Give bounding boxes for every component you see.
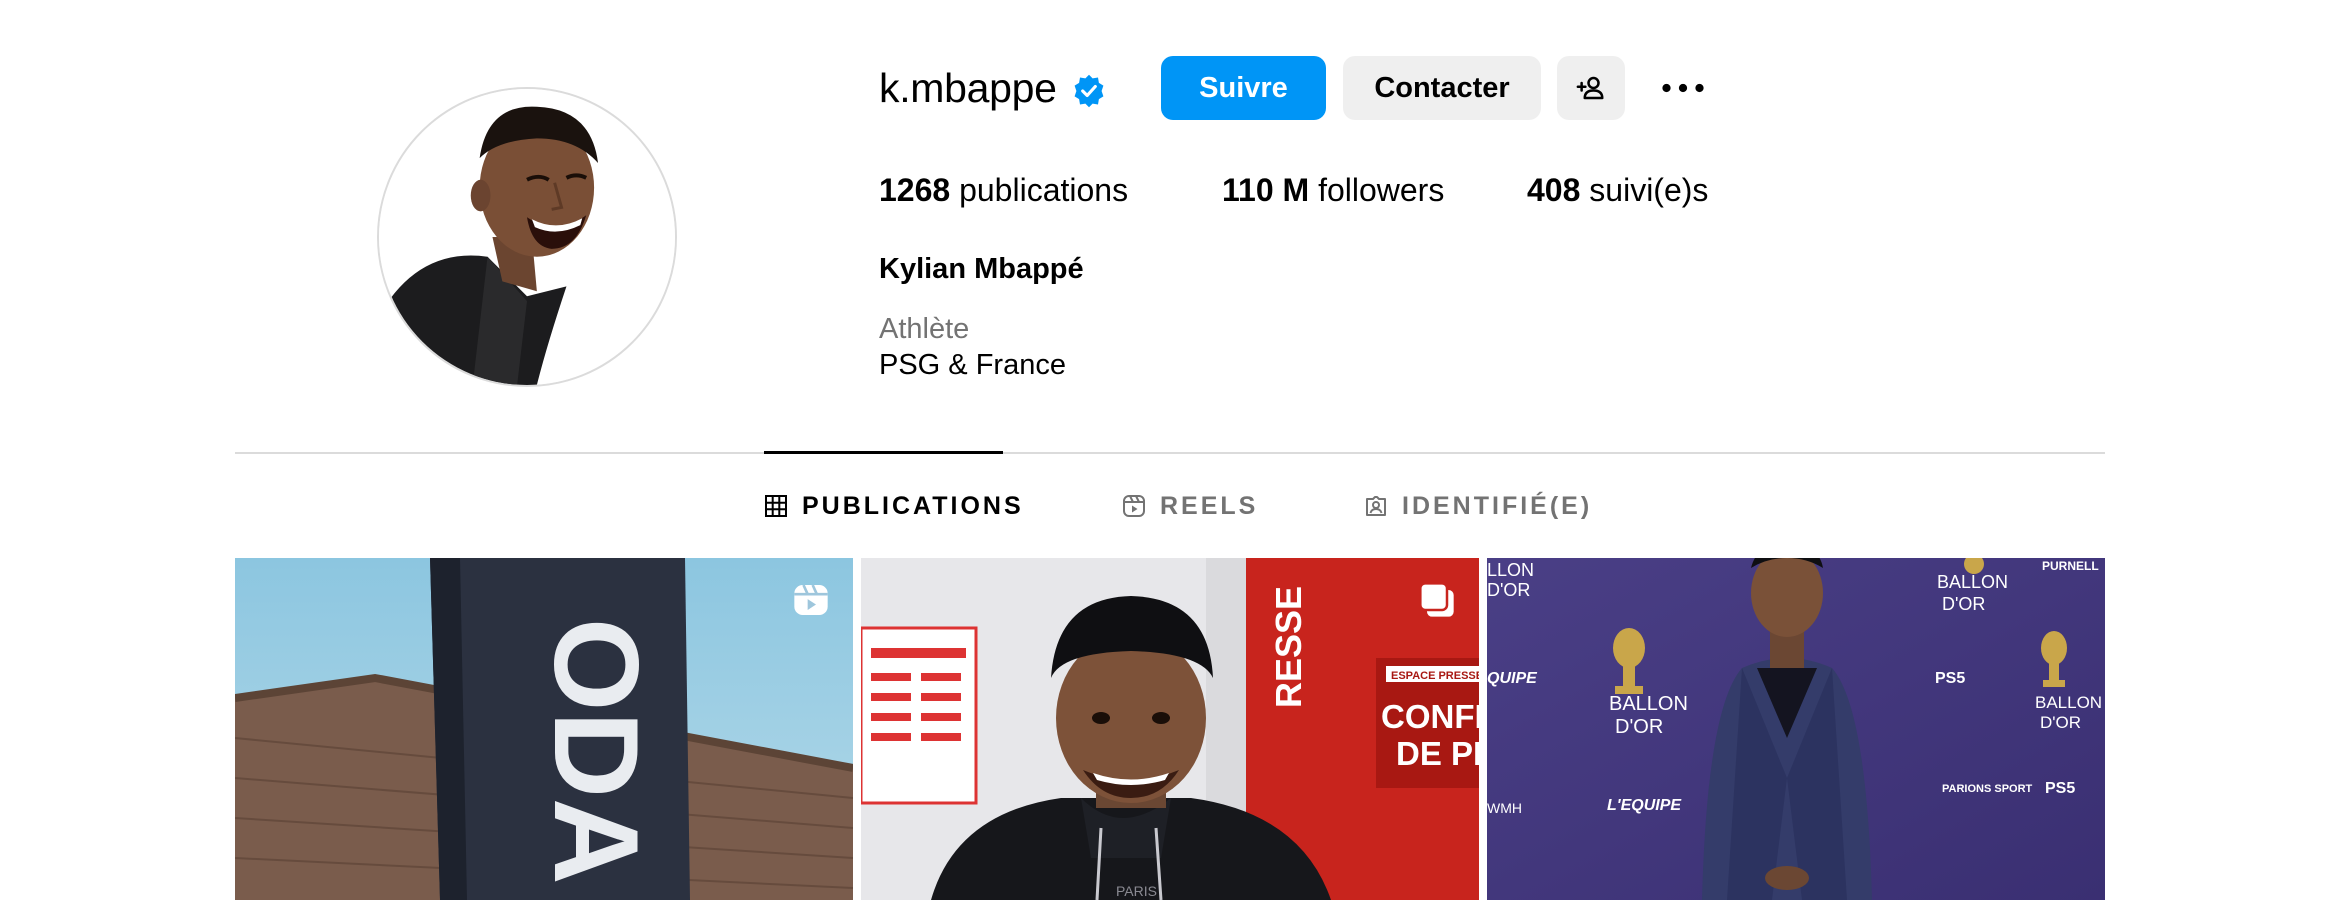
wall-text-left-top2: D'OR (1487, 580, 1530, 600)
ballon-far-text: BALLON (2035, 693, 2102, 712)
wall-text-left-mid: QUIPE (1487, 670, 1538, 687)
following-stat[interactable]: 408 suivi(e)s (1527, 172, 1708, 209)
post-tile[interactable]: ODA (235, 558, 853, 900)
profile-bio: PSG & France (879, 349, 1066, 381)
followers-count: 110 M (1222, 172, 1310, 208)
hoodie-text: PARIS (1116, 883, 1157, 899)
sign-top-text: ESPACE PRESSE (1391, 670, 1479, 682)
following-count: 408 (1527, 172, 1581, 208)
tagged-icon (1366, 496, 1386, 516)
post-image: ODA (235, 558, 853, 900)
following-label: suivi(e)s (1589, 172, 1709, 208)
post-image: RESSE ESPACE PRESSE CONFERE DE PRES PARI… (861, 558, 1479, 900)
follow-button[interactable]: Suivre (1161, 56, 1326, 120)
tab-reels[interactable]: REELS (1122, 488, 1258, 524)
lequipe-text: L'EQUIPE (1607, 797, 1682, 814)
tab-tagged[interactable]: IDENTIFIÉ(E) (1364, 488, 1592, 524)
reels-icon (1123, 495, 1145, 517)
profile-category: Athlète (879, 313, 970, 345)
post-tile[interactable]: RESSE ESPACE PRESSE CONFERE DE PRES PARI… (861, 558, 1479, 900)
followers-label: followers (1318, 172, 1445, 208)
wall-text-left-top: LLON (1487, 560, 1534, 580)
tab-label: REELS (1160, 491, 1259, 520)
wall-text-left-low: WMH (1487, 800, 1522, 816)
wall-side-text: RESSE (1268, 586, 1309, 708)
active-tab-indicator (764, 451, 1003, 454)
add-user-icon (1576, 76, 1604, 100)
sign-line2: DE PRES (1396, 735, 1479, 772)
ps5-text: PS5 (1935, 670, 1965, 687)
profile-avatar[interactable] (377, 87, 677, 387)
contact-button[interactable]: Contacter (1343, 56, 1541, 120)
reels-icon (794, 584, 828, 615)
parions-text: PARIONS SPORT (1942, 783, 2033, 795)
post-tile[interactable]: LLON D'OR QUIPE WMH BALLON D'OR L'EQUIPE… (1487, 558, 2105, 900)
dor-far-text: D'OR (2040, 713, 2081, 732)
more-options-button[interactable] (1648, 56, 1718, 120)
dor-right-text: D'OR (1942, 594, 1985, 614)
dor-text: D'OR (1615, 716, 1663, 738)
full-name: Kylian Mbappé (879, 253, 1084, 285)
tabs-divider (235, 452, 2105, 454)
posts-count: 1268 (879, 172, 951, 208)
more-horizontal-icon (1662, 83, 1704, 93)
ballon-right-text: BALLON (1937, 572, 2008, 592)
posts-label: publications (959, 172, 1129, 208)
banner-text: ODA (529, 618, 663, 885)
tab-label: IDENTIFIÉ(E) (1402, 491, 1593, 520)
suggest-users-button[interactable] (1557, 56, 1625, 120)
ballon-text: BALLON (1609, 693, 1688, 715)
tab-publications[interactable]: PUBLICATIONS (764, 488, 1024, 524)
posts-stat: 1268 publications (879, 172, 1128, 209)
sign-line1: CONFERE (1381, 698, 1479, 735)
username: k.mbappe (879, 64, 1057, 111)
carousel-icon (1419, 582, 1454, 617)
avatar-photo (379, 89, 675, 385)
purnell-text: PURNELL (2042, 559, 2099, 573)
tab-label: PUBLICATIONS (802, 491, 1024, 520)
followers-stat[interactable]: 110 M followers (1222, 172, 1444, 209)
username-row: k.mbappe (879, 56, 1107, 120)
ps5-low-text: PS5 (2045, 780, 2075, 797)
grid-icon (765, 495, 787, 517)
post-image: LLON D'OR QUIPE WMH BALLON D'OR L'EQUIPE… (1487, 558, 2105, 900)
verified-badge-icon (1074, 74, 1104, 108)
